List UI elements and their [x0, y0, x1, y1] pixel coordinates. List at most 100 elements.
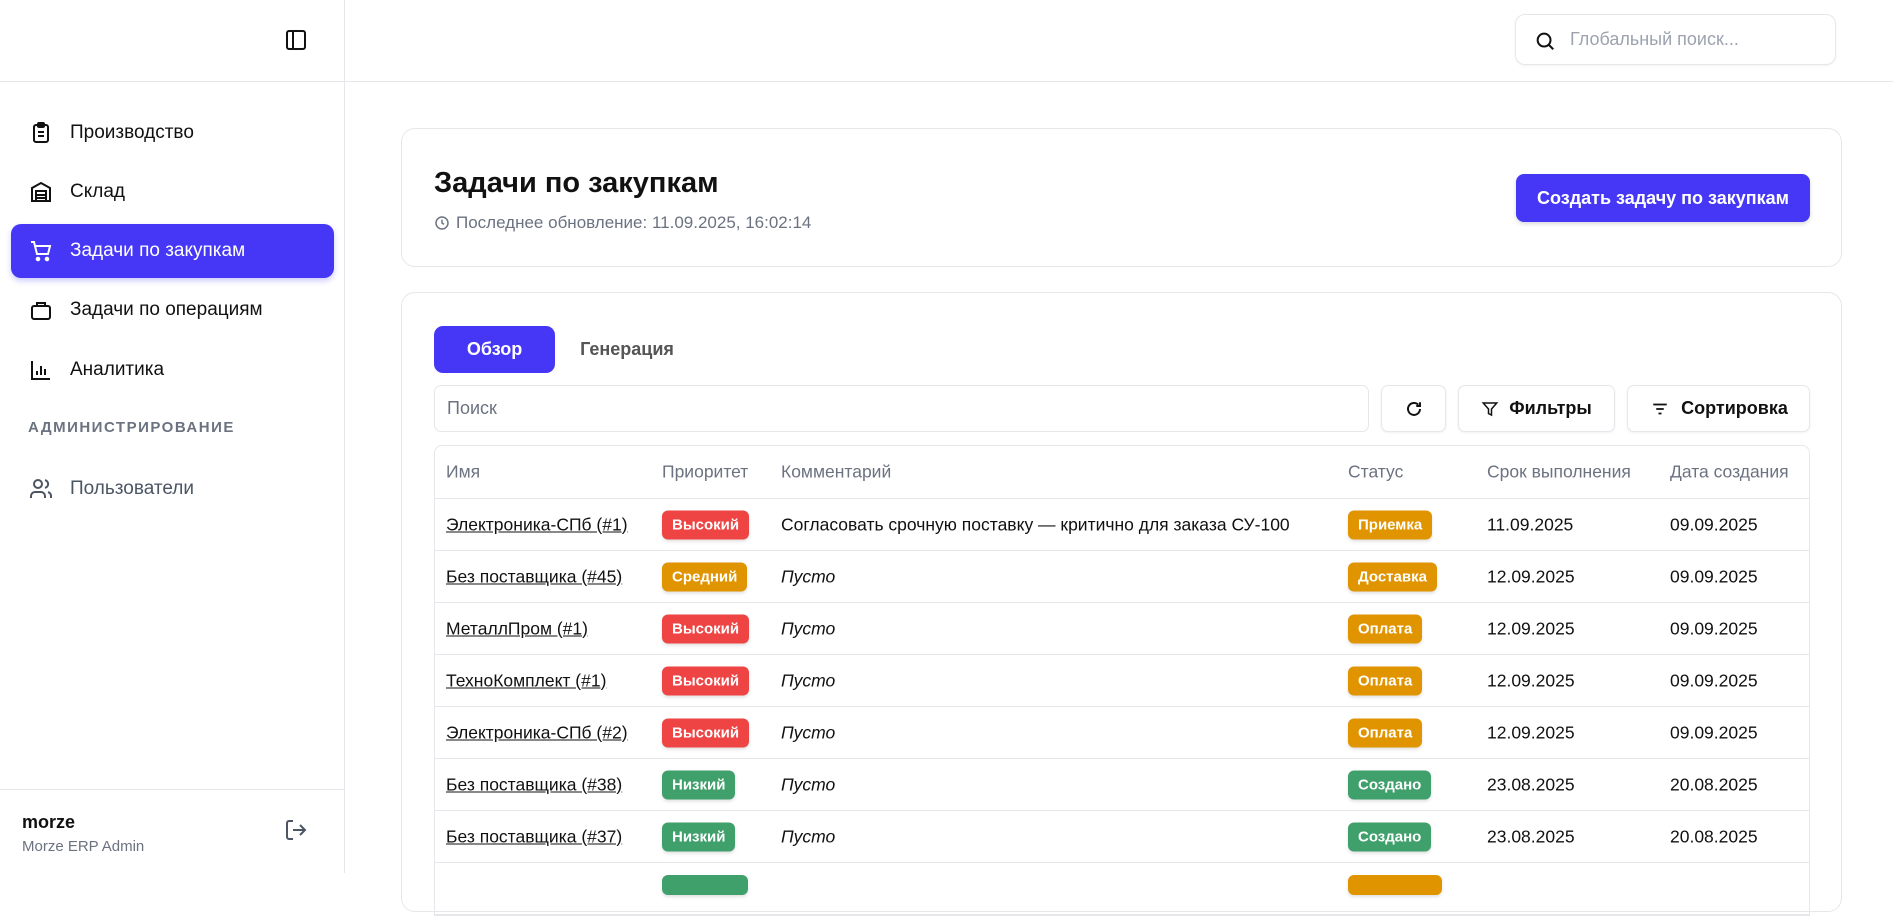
- sort-icon: [1653, 403, 1667, 414]
- last-updated: Последнее обновление: 11.09.2025, 16:02:…: [434, 213, 811, 233]
- status-badge: Создано: [1348, 770, 1432, 799]
- filter-icon: [1481, 401, 1499, 416]
- clock-icon: [435, 216, 449, 230]
- priority-badge: Высокий: [662, 510, 750, 539]
- status-badge: Оплата: [1348, 718, 1423, 747]
- task-name-link[interactable]: ТехноКомплект (#1): [446, 670, 606, 691]
- task-name-link[interactable]: Без поставщика (#38): [446, 774, 622, 795]
- priority-badge: Высокий: [662, 666, 750, 695]
- priority-badge: Низкий: [662, 822, 736, 851]
- due-date: 23.08.2025: [1487, 826, 1575, 846]
- user-panel: morze Morze ERP Admin: [0, 789, 345, 873]
- sidebar-item-purchase-tasks[interactable]: Задачи по закупкам: [11, 224, 334, 278]
- column-header-due-date[interactable]: Срок выполнения: [1487, 462, 1631, 483]
- table-row[interactable]: ТехноКомплект (#1) Высокий Пусто Оплата 12.0…: [435, 655, 1809, 707]
- refresh-button[interactable]: [1381, 385, 1446, 432]
- create-purchase-task-button[interactable]: Создать задачу по закупкам: [1516, 174, 1810, 222]
- column-header-created-date[interactable]: Дата создания: [1670, 462, 1789, 483]
- page-header-card: Задачи по закупкам Последнее обновление:…: [401, 128, 1842, 267]
- created-date: 20.08.2025: [1670, 774, 1758, 794]
- user-name: morze: [22, 812, 76, 832]
- column-header-priority[interactable]: Приоритет: [662, 462, 748, 483]
- sort-button[interactable]: Сортировка: [1627, 385, 1810, 432]
- created-date: 09.09.2025: [1670, 566, 1758, 586]
- sidebar-item-label: Задачи по закупкам: [70, 240, 246, 261]
- status-badge: Оплата: [1348, 614, 1423, 643]
- status-badge: Приемка: [1348, 510, 1433, 539]
- comment-text: Пусто: [781, 670, 836, 690]
- table-row[interactable]: Без поставщика (#45) Средний Пусто Доставка…: [435, 551, 1809, 603]
- filters-button[interactable]: Фильтры: [1458, 385, 1615, 432]
- logout-icon[interactable]: [284, 818, 308, 842]
- status-badge: Оплата: [1348, 666, 1423, 695]
- briefcase-icon: [31, 302, 51, 320]
- tasks-card: Обзор Генерация Фильтры Сортировка Имя П…: [401, 292, 1842, 916]
- table-row[interactable]: Электроника-СПб (#2) Высокий Пусто Оплата 12…: [435, 707, 1809, 759]
- due-date: 11.09.2025: [1487, 514, 1574, 534]
- column-header-name[interactable]: Имя: [446, 462, 480, 483]
- refresh-icon: [1406, 401, 1421, 416]
- due-date: 12.09.2025: [1487, 566, 1575, 586]
- task-name-link[interactable]: Без поставщика (#45): [446, 566, 622, 587]
- global-search[interactable]: [1515, 14, 1836, 65]
- user-role: Morze ERP Admin: [22, 838, 145, 855]
- sidebar-item-label: Пользователи: [70, 478, 195, 499]
- table-row-partial: [435, 863, 1809, 915]
- sidebar-item-warehouse[interactable]: Склад: [11, 165, 334, 219]
- due-date: 12.09.2025: [1487, 670, 1575, 690]
- priority-badge: Низкий: [662, 770, 736, 799]
- created-date: 09.09.2025: [1670, 514, 1758, 534]
- sort-label: Сортировка: [1681, 398, 1788, 418]
- sidebar-item-users[interactable]: Пользователи: [11, 462, 334, 516]
- warehouse-icon: [31, 181, 51, 202]
- tab-overview[interactable]: Обзор: [434, 326, 555, 373]
- status-badge: Доставка: [1348, 562, 1437, 591]
- comment-text: Пусто: [781, 774, 836, 794]
- sidebar-item-operation-tasks[interactable]: Задачи по операциям: [11, 283, 334, 337]
- priority-badge: Средний: [662, 562, 748, 591]
- search-icon: [1536, 32, 1554, 50]
- task-name-link[interactable]: Без поставщика (#37): [446, 826, 622, 847]
- search-input[interactable]: [434, 385, 1369, 432]
- comment-text: Согласовать срочную поставку — критично …: [781, 514, 1290, 534]
- table-row[interactable]: МеталлПром (#1) Высокий Пусто Оплата 12.09.2…: [435, 603, 1809, 655]
- purchase-tasks-table: Имя Приоритет Комментарий Статус Срок вы…: [434, 445, 1810, 916]
- comment-text: Пусто: [781, 826, 836, 846]
- task-name-link[interactable]: Электроника-СПб (#2): [446, 722, 628, 743]
- bar-chart-icon: [31, 361, 50, 380]
- sidebar-item-label: Склад: [70, 181, 125, 202]
- priority-badge: Высокий: [662, 718, 750, 747]
- comment-text: Пусто: [781, 566, 836, 586]
- task-name-link[interactable]: МеталлПром (#1): [446, 618, 588, 639]
- topbar: [345, 0, 1893, 82]
- sidebar-header: [0, 0, 344, 82]
- sidebar-item-label: Производство: [70, 122, 194, 143]
- status-badge: [1348, 875, 1442, 895]
- created-date: 20.08.2025: [1670, 826, 1758, 846]
- due-date: 12.09.2025: [1487, 618, 1575, 638]
- created-date: 09.09.2025: [1670, 722, 1758, 742]
- created-date: 09.09.2025: [1670, 618, 1758, 638]
- column-header-status[interactable]: Статус: [1348, 462, 1403, 483]
- table-row[interactable]: Без поставщика (#37) Низкий Пусто Создано 23…: [435, 811, 1809, 863]
- tab-generation[interactable]: Генерация: [562, 326, 692, 373]
- sidebar: Производство Склад Задачи по закупкам За…: [0, 0, 345, 873]
- table-row[interactable]: Без поставщика (#38) Низкий Пусто Создано 23…: [435, 759, 1809, 811]
- page-title: Задачи по закупкам: [434, 167, 719, 199]
- sidebar-item-production[interactable]: Производство: [11, 106, 334, 160]
- priority-badge: [662, 875, 748, 895]
- sidebar-item-label: Задачи по операциям: [70, 299, 263, 320]
- admin-section-label: АДМИНИСТРИРОВАНИЕ: [28, 419, 235, 436]
- last-updated-text: Последнее обновление: 11.09.2025, 16:02:…: [456, 213, 812, 232]
- comment-text: Пусто: [781, 722, 836, 742]
- column-header-comment[interactable]: Комментарий: [781, 462, 891, 483]
- due-date: 23.08.2025: [1487, 774, 1575, 794]
- sidebar-item-analytics[interactable]: Аналитика: [11, 343, 334, 397]
- global-search-input[interactable]: [1570, 15, 1820, 64]
- comment-text: Пусто: [781, 618, 836, 638]
- sidebar-toggle-icon[interactable]: [284, 28, 308, 52]
- task-name-link[interactable]: Электроника-СПб (#1): [446, 514, 628, 535]
- table-row[interactable]: Электроника-СПб (#1) Высокий Согласовать с…: [435, 499, 1809, 551]
- created-date: 09.09.2025: [1670, 670, 1758, 690]
- priority-badge: Высокий: [662, 614, 750, 643]
